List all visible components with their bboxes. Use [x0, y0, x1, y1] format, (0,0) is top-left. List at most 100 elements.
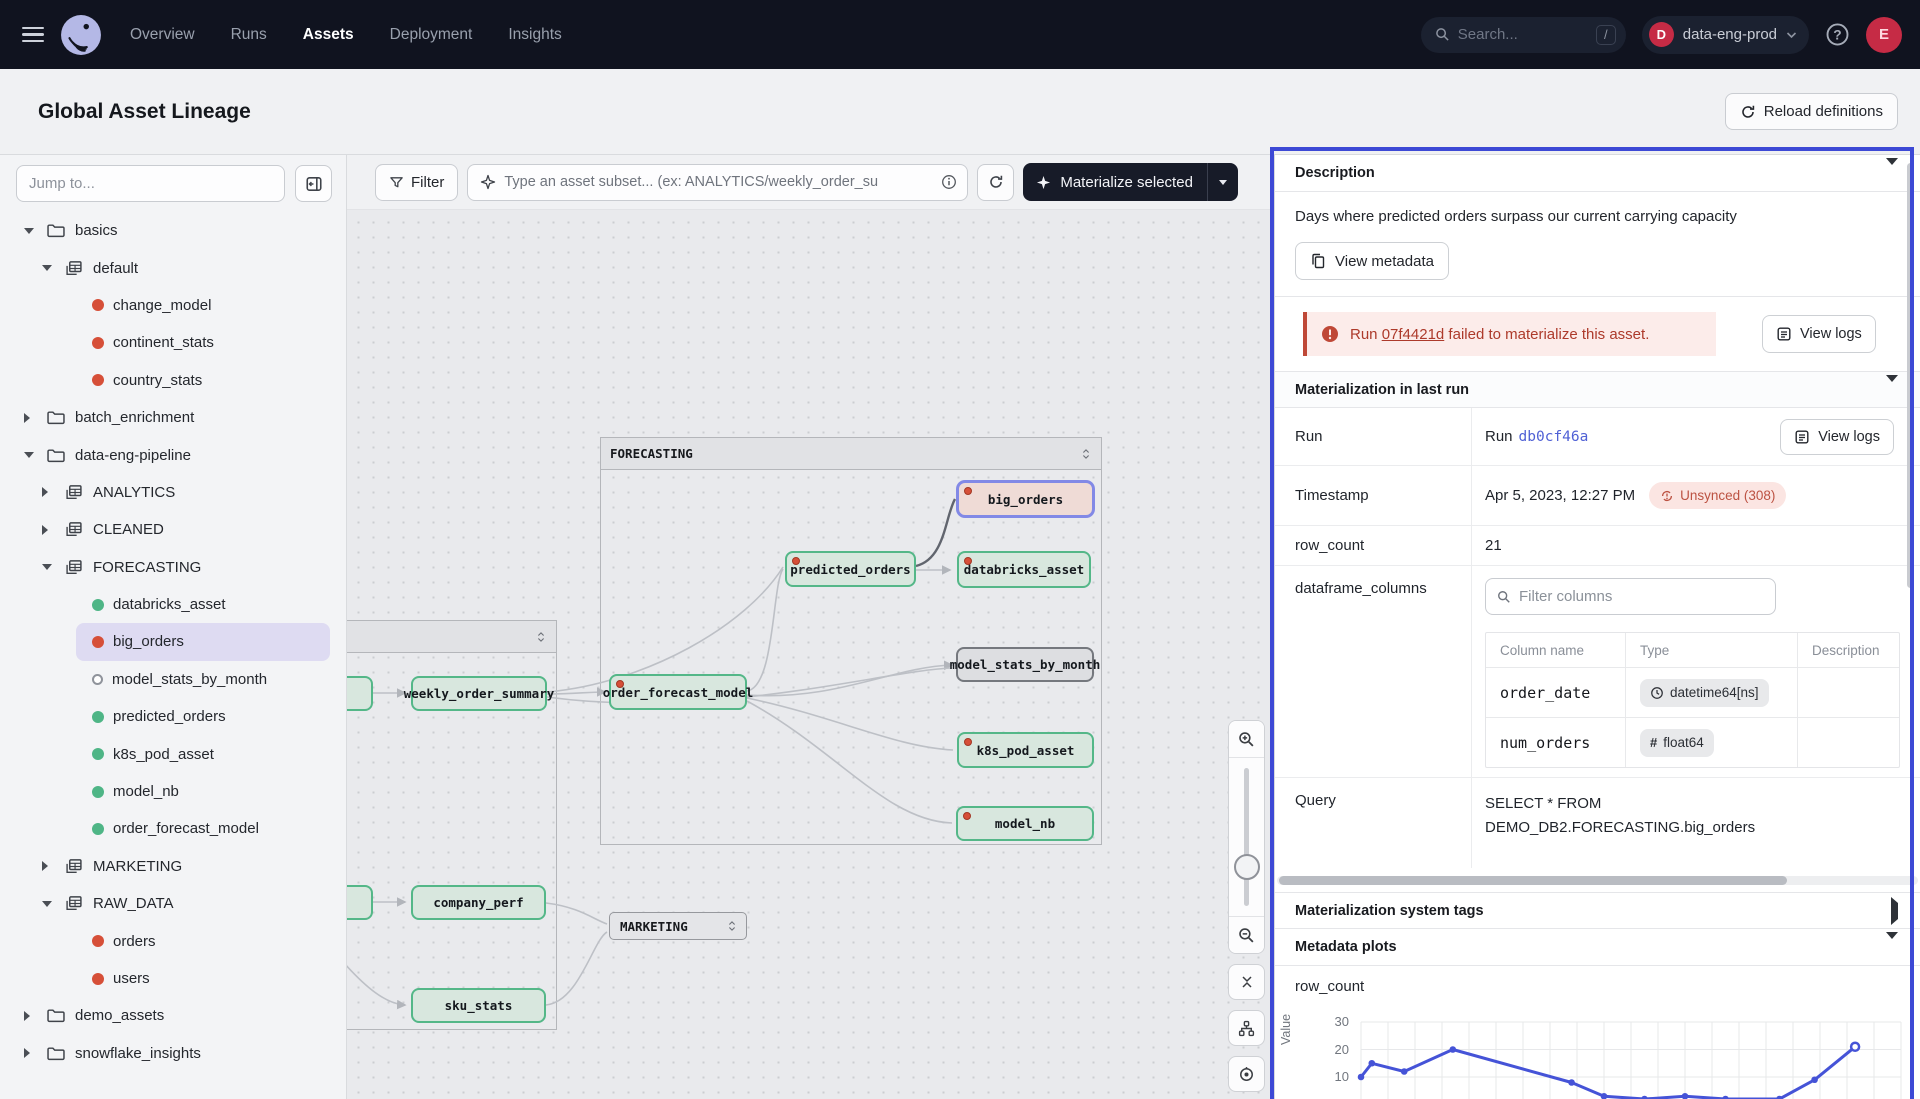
chevron-down-icon	[1219, 180, 1227, 185]
asset-node-databricks_asset[interactable]: databricks_asset	[957, 551, 1091, 588]
asset-node-k8s_pod_asset[interactable]: k8s_pod_asset	[957, 732, 1094, 768]
refresh-graph-button[interactable]	[977, 164, 1014, 201]
sidebar-item-continent_stats[interactable]: continent_stats	[76, 324, 330, 361]
run-id-link[interactable]: db0cf46a	[1519, 429, 1589, 445]
nav-item-runs[interactable]: Runs	[231, 26, 267, 44]
dagster-logo-icon[interactable]	[60, 14, 102, 56]
user-avatar[interactable]: E	[1866, 17, 1902, 53]
section-metadata-plots[interactable]: Metadata plots	[1275, 929, 1920, 966]
sidebar-item-databricks_asset[interactable]: databricks_asset	[76, 586, 330, 623]
zoom-in-button[interactable]	[1229, 721, 1264, 757]
status-green-icon	[92, 599, 104, 611]
reload-definitions-button[interactable]: Reload definitions	[1725, 93, 1898, 130]
sidebar-item-model_stats_by_month[interactable]: model_stats_by_month	[76, 661, 330, 698]
asset-node-clipped-asset-left-top[interactable]	[347, 676, 373, 711]
filter-columns-placeholder: Filter columns	[1519, 588, 1612, 605]
chevron-down-icon[interactable]	[42, 265, 64, 271]
run-id-link[interactable]: 07f4421d	[1382, 326, 1445, 343]
asset-node-predicted_orders[interactable]: predicted_orders	[785, 551, 916, 587]
collapsed-group-MARKETING[interactable]: MARKETING	[609, 912, 747, 940]
sidebar-item-country_stats[interactable]: country_stats	[76, 362, 330, 399]
sidebar-item-snowflake_insights[interactable]: snowflake_insights	[0, 1035, 346, 1072]
sidebar-item-predicted_orders[interactable]: predicted_orders	[76, 698, 330, 735]
sidebar-item-demo_assets[interactable]: demo_assets	[0, 997, 346, 1034]
info-icon[interactable]	[941, 174, 957, 190]
collapse-panel-icon	[305, 175, 323, 193]
chevron-down-icon[interactable]	[24, 228, 46, 234]
chevron-right-icon[interactable]	[42, 861, 64, 871]
filter-columns-input[interactable]: Filter columns	[1485, 578, 1776, 615]
unfold-icon[interactable]	[726, 919, 738, 933]
chevron-right-icon[interactable]	[42, 487, 64, 497]
page-title: Global Asset Lineage	[38, 100, 251, 124]
asset-node-big_orders[interactable]: big_orders	[957, 481, 1094, 517]
sidebar-item-model_nb[interactable]: model_nb	[76, 773, 330, 810]
materialize-dropdown[interactable]	[1208, 180, 1238, 185]
vertical-scrollbar[interactable]	[1907, 163, 1914, 588]
asset-label: basics	[75, 222, 118, 239]
view-logs-button[interactable]: View logs	[1780, 419, 1894, 455]
sidebar-item-order_forecast_model[interactable]: order_forecast_model	[76, 810, 330, 847]
chevron-right-icon[interactable]	[42, 525, 64, 535]
sidebar-item-batch_enrichment[interactable]: batch_enrichment	[0, 399, 346, 436]
materialize-selected-button[interactable]: Materialize selected	[1023, 163, 1238, 201]
section-materialization[interactable]: Materialization in last run	[1275, 371, 1920, 408]
view-metadata-button[interactable]: View metadata	[1295, 242, 1449, 280]
collapse-vertical-icon	[1239, 974, 1255, 990]
nav-item-deployment[interactable]: Deployment	[390, 26, 473, 44]
nav-item-insights[interactable]: Insights	[508, 26, 561, 44]
sidebar-item-ANALYTICS[interactable]: ANALYTICS	[0, 474, 346, 511]
filter-button[interactable]: Filter	[375, 164, 458, 201]
chevron-right-icon[interactable]	[24, 1011, 46, 1021]
lineage-canvas[interactable]: Filter Type an asset subset... (ex: ANAL…	[347, 155, 1274, 1099]
graph-layout-button[interactable]	[1228, 1010, 1265, 1046]
failed-run-alert-row: Run 07f4421d failed to materialize this …	[1275, 297, 1920, 371]
zoom-slider[interactable]	[1229, 758, 1264, 916]
sidebar-item-users[interactable]: users	[76, 960, 330, 997]
section-description[interactable]: Description	[1275, 155, 1920, 192]
chevron-right-icon[interactable]	[24, 1048, 46, 1058]
help-icon[interactable]: ?	[1825, 22, 1850, 47]
asset-node-order_forecast_model[interactable]: order_forecast_model	[609, 674, 747, 710]
asset-subset-input[interactable]: Type an asset subset... (ex: ANALYTICS/w…	[467, 164, 968, 201]
sidebar-item-MARKETING[interactable]: MARKETING	[0, 848, 346, 885]
chevron-right-icon[interactable]	[24, 413, 46, 423]
chevron-down-icon[interactable]	[24, 452, 46, 458]
asset-node-clipped-asset-left-bottom[interactable]	[347, 885, 373, 920]
sidebar-item-data-eng-pipeline[interactable]: data-eng-pipeline	[0, 436, 346, 473]
recenter-button[interactable]	[1228, 1056, 1265, 1092]
nav-item-overview[interactable]: Overview	[130, 26, 195, 44]
asset-node-model_nb[interactable]: model_nb	[956, 806, 1094, 841]
sidebar-item-k8s_pod_asset[interactable]: k8s_pod_asset	[76, 735, 330, 772]
zoom-out-button[interactable]	[1229, 917, 1264, 953]
sidebar-item-RAW_DATA[interactable]: RAW_DATA	[0, 885, 346, 922]
sidebar-item-change_model[interactable]: change_model	[76, 287, 330, 324]
asset-node-weekly_order_summary[interactable]: weekly_order_summary	[411, 676, 547, 711]
horizontal-scrollbar[interactable]	[1277, 876, 1918, 885]
chevron-down-icon[interactable]	[42, 564, 64, 570]
chevron-down-icon[interactable]	[42, 901, 64, 907]
sidebar-item-orders[interactable]: orders	[76, 922, 330, 959]
asset-node-company_perf[interactable]: company_perf	[411, 885, 546, 920]
zoom-controls	[1228, 720, 1265, 1092]
sidebar-item-big_orders[interactable]: big_orders	[76, 623, 330, 660]
deployment-switcher[interactable]: D data-eng-prod	[1642, 16, 1809, 54]
asset-node-sku_stats[interactable]: sku_stats	[411, 988, 546, 1023]
unsynced-badge[interactable]: Unsynced (308)	[1649, 482, 1786, 509]
menu-icon[interactable]	[22, 27, 44, 43]
collapse-groups-button[interactable]	[1228, 964, 1265, 1000]
sidebar-item-CLEANED[interactable]: CLEANED	[0, 511, 346, 548]
asset-node-model_stats_by_month[interactable]: model_stats_by_month	[956, 647, 1094, 682]
jump-to-input[interactable]: Jump to...	[16, 165, 285, 202]
timestamp-label: Timestamp	[1275, 466, 1472, 525]
nav-item-assets[interactable]: Assets	[303, 26, 354, 44]
scrollbar-thumb[interactable]	[1279, 876, 1787, 885]
view-logs-button[interactable]: View logs	[1762, 315, 1876, 353]
search-input[interactable]: Search... /	[1421, 17, 1626, 53]
sidebar-item-FORECASTING[interactable]: FORECASTING	[0, 549, 346, 586]
sidebar-item-default[interactable]: default	[0, 249, 346, 286]
collapse-sidebar-button[interactable]	[295, 165, 332, 202]
sidebar-item-basics[interactable]: basics	[0, 212, 346, 249]
section-system-tags[interactable]: Materialization system tags	[1275, 892, 1920, 929]
zoom-slider-thumb[interactable]	[1234, 854, 1260, 880]
